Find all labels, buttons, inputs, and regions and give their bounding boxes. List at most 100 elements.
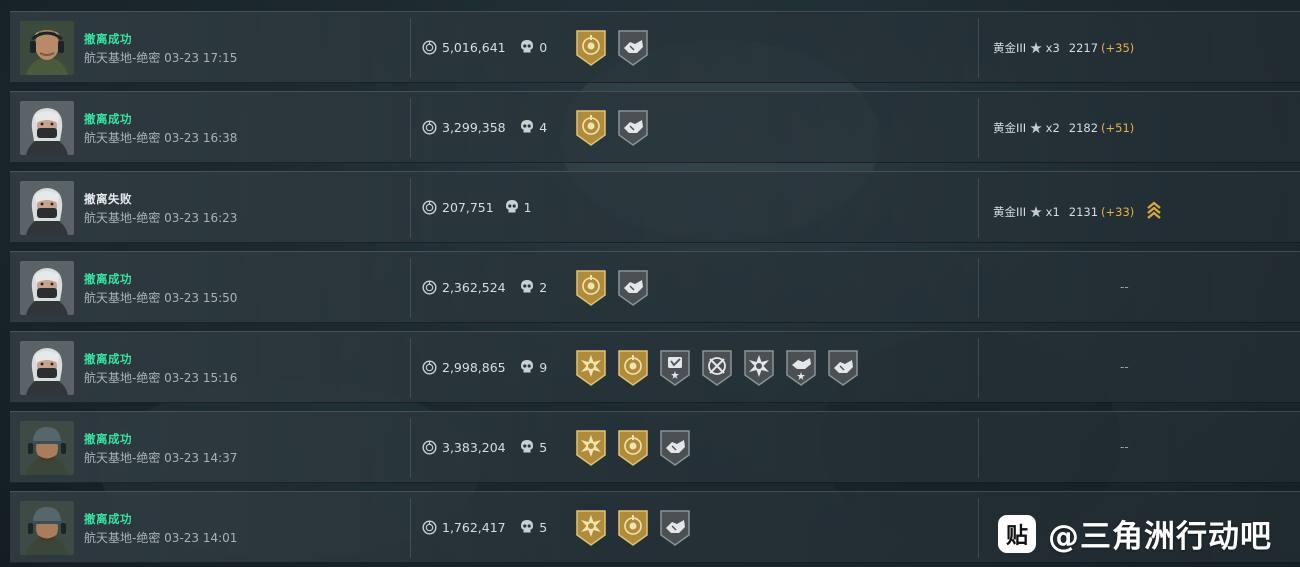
match-record-row[interactable]: 撤离成功 航天基地-绝密 03-23 15:16 2,998,865 9 -- — [10, 331, 1300, 403]
gold-shield-badge[interactable] — [575, 109, 607, 147]
map-name: 航天基地-绝密 — [84, 451, 161, 465]
match-record-row[interactable]: 撤离成功 航天基地-绝密 03-23 14:37 3,383,204 5 -- — [10, 411, 1300, 483]
grey-handshake-star-badge[interactable] — [785, 349, 817, 387]
kill-count: 0 — [539, 40, 548, 55]
extraction-status: 撤离成功 — [84, 272, 132, 286]
kill-count: 1 — [523, 200, 532, 215]
rank-tier: 黄金III — [993, 41, 1027, 55]
map-and-time: 航天基地-绝密 03-23 14:37 — [84, 449, 237, 466]
rank-score: 2217 — [1068, 41, 1099, 55]
star-icon: ★ — [1029, 202, 1043, 221]
gold-shield-badge[interactable] — [617, 429, 649, 467]
operator-avatar — [20, 261, 74, 315]
rank-info: 黄金III ★ x2 2182 (+51) — [993, 120, 1134, 136]
column-divider — [978, 498, 979, 558]
map-name: 航天基地-绝密 — [84, 51, 161, 65]
rank-up-chevron-icon — [1146, 200, 1162, 223]
medal-list — [575, 109, 649, 149]
extracted-value: 5,016,641 — [442, 40, 506, 55]
map-and-time: 航天基地-绝密 03-23 15:50 — [84, 289, 237, 306]
grey-handshake-badge[interactable] — [617, 29, 649, 67]
gold-burst-badge[interactable] — [575, 509, 607, 547]
kill-count: 5 — [539, 440, 548, 455]
column-divider — [978, 98, 979, 158]
extracted-value: 2,998,865 — [442, 360, 506, 375]
match-record-row[interactable]: 撤离成功 航天基地-绝密 03-23 17:15 5,016,641 0 黄金III ★ x… — [10, 11, 1300, 83]
operator-avatar — [20, 421, 74, 475]
skull-icon — [520, 39, 534, 58]
gold-shield-badge[interactable] — [617, 509, 649, 547]
grey-handshake-badge[interactable] — [617, 109, 649, 147]
rank-info: 黄金III ★ x3 2217 (+35) — [993, 40, 1134, 56]
column-divider — [978, 258, 979, 318]
watermark: 贴 @三角洲行动吧 — [998, 511, 1272, 556]
star-count: x2 — [1045, 121, 1060, 135]
gold-shield-badge[interactable] — [575, 269, 607, 307]
tieba-logo: 贴 — [998, 514, 1036, 553]
kill-count: 4 — [539, 120, 548, 135]
grey-handshake-badge[interactable] — [827, 349, 859, 387]
map-name: 航天基地-绝密 — [84, 211, 161, 225]
gold-shield-badge[interactable] — [617, 349, 649, 387]
rank-info: 黄金III ★ x1 2131 (+33) — [993, 200, 1162, 223]
skull-icon — [520, 119, 534, 138]
match-time: 03-23 14:37 — [164, 451, 238, 465]
score-delta: (+35) — [1101, 41, 1135, 55]
gold-burst-badge[interactable] — [575, 349, 607, 387]
money-icon — [422, 440, 437, 459]
grey-burst-badge[interactable] — [743, 349, 775, 387]
match-time: 03-23 17:15 — [164, 51, 238, 65]
column-divider — [978, 338, 979, 398]
money-icon — [422, 200, 437, 219]
star-count: x3 — [1045, 41, 1060, 55]
match-record-row[interactable]: 撤离成功 航天基地-绝密 03-23 15:50 2,362,524 2 -- — [10, 251, 1300, 323]
grey-handshake-badge[interactable] — [659, 509, 691, 547]
skull-icon — [505, 199, 519, 218]
column-divider — [410, 18, 411, 78]
star-count: x1 — [1045, 204, 1060, 219]
column-divider — [410, 98, 411, 158]
score-delta: (+33) — [1101, 204, 1135, 219]
map-and-time: 航天基地-绝密 03-23 14:01 — [84, 529, 237, 546]
match-record-row[interactable]: 撤离成功 航天基地-绝密 03-23 16:38 3,299,358 4 黄金III ★ x… — [10, 91, 1300, 163]
gold-burst-badge[interactable] — [575, 429, 607, 467]
skull-icon — [520, 519, 534, 538]
gold-shield-badge[interactable] — [575, 29, 607, 67]
extracted-value: 207,751 — [442, 200, 494, 215]
extraction-status: 撤离成功 — [84, 512, 132, 526]
operator-avatar — [20, 101, 74, 155]
grey-handshake-badge[interactable] — [617, 269, 649, 307]
grey-handshake-badge[interactable] — [659, 429, 691, 467]
medal-list — [575, 269, 649, 309]
column-divider — [410, 418, 411, 478]
grey-heart-star-badge[interactable] — [659, 349, 691, 387]
operator-avatar — [20, 341, 74, 395]
match-time: 03-23 16:38 — [164, 131, 238, 145]
money-icon — [422, 40, 437, 59]
extraction-status: 撤离成功 — [84, 352, 132, 366]
score-delta: (+51) — [1101, 121, 1135, 135]
medal-list — [575, 429, 691, 469]
match-time: 03-23 15:50 — [164, 291, 238, 305]
extracted-value: 1,762,417 — [442, 520, 506, 535]
empty-rank-placeholder: -- — [1120, 360, 1129, 374]
extraction-status: 撤离成功 — [84, 32, 132, 46]
medal-list — [575, 29, 649, 69]
extracted-value: 3,383,204 — [442, 440, 506, 455]
extraction-status: 撤离成功 — [84, 112, 132, 126]
kill-count: 9 — [539, 360, 548, 375]
operator-avatar — [20, 21, 74, 75]
match-record-row[interactable]: 撤离失败 航天基地-绝密 03-23 16:23 207,751 1 黄金III ★ x1 2… — [10, 171, 1300, 243]
grey-crossed-arrows-badge[interactable] — [701, 349, 733, 387]
map-and-time: 航天基地-绝密 03-23 16:38 — [84, 129, 237, 146]
skull-icon — [520, 359, 534, 378]
map-and-time: 航天基地-绝密 03-23 16:23 — [84, 209, 237, 226]
money-icon — [422, 280, 437, 299]
star-icon: ★ — [1029, 119, 1043, 137]
medal-list — [575, 349, 859, 389]
skull-icon — [520, 439, 534, 458]
rank-tier: 黄金III — [993, 121, 1027, 135]
kill-count: 5 — [539, 520, 548, 535]
match-time: 03-23 15:16 — [164, 371, 238, 385]
skull-icon — [520, 279, 534, 298]
